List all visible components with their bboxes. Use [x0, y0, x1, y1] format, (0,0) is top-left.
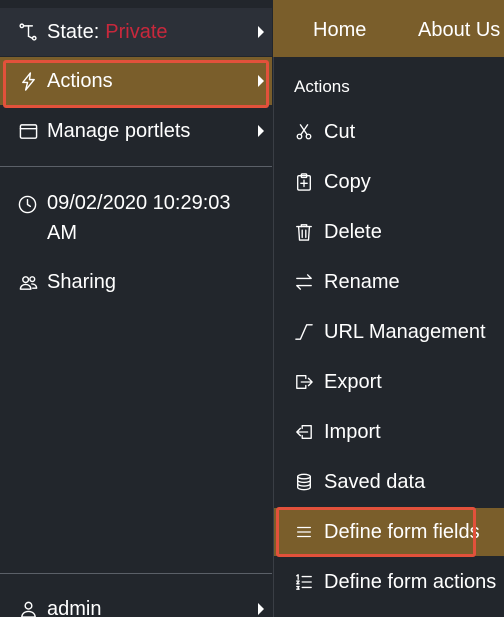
- caret-right-icon: [258, 125, 264, 137]
- menu-item-label: URL Management: [324, 320, 486, 343]
- menu-item-label: Saved data: [324, 470, 426, 493]
- menu-item-label: Define form actions: [324, 570, 497, 593]
- copy-menu-item[interactable]: Copy: [274, 158, 504, 206]
- clipboard-plus-icon: [294, 172, 314, 192]
- modified-date-item: 09/02/2020 10:29:03 AM: [18, 188, 268, 248]
- menu-item-label: Export: [324, 370, 382, 393]
- cut-menu-item[interactable]: Cut: [274, 108, 504, 156]
- menu-item-label: Delete: [324, 220, 382, 243]
- clock-icon: [18, 193, 38, 214]
- delete-menu-item[interactable]: Delete: [274, 208, 504, 256]
- manage-portlets-label: Manage portlets: [47, 119, 191, 142]
- menu-item-label: Copy: [324, 170, 371, 193]
- menu-item-label: Define form fields: [324, 520, 480, 543]
- toolbar-sidebar: State: Private Actions Manage portlets 0…: [0, 0, 272, 617]
- manage-portlets-menu-item[interactable]: Manage portlets: [0, 107, 272, 155]
- user-label: admin: [47, 597, 102, 617]
- trash-icon: [294, 222, 314, 242]
- scissors-icon: [294, 122, 314, 142]
- people-icon: [18, 272, 38, 292]
- define-form-fields-menu-item[interactable]: Define form fields: [274, 508, 504, 556]
- caret-right-icon: [258, 26, 264, 38]
- state-label: State:: [47, 20, 100, 43]
- actions-label: Actions: [47, 69, 113, 92]
- sidebar-divider: [0, 166, 272, 167]
- saved-data-menu-item[interactable]: Saved data: [274, 458, 504, 506]
- url-management-menu-item[interactable]: URL Management: [274, 308, 504, 356]
- top-navigation: Home About Us: [273, 0, 504, 57]
- nav-home-link[interactable]: Home: [313, 0, 366, 57]
- workflow-icon: [18, 22, 38, 42]
- caret-right-icon: [258, 75, 264, 87]
- sharing-label: Sharing: [47, 270, 116, 293]
- nav-about-link[interactable]: About Us: [418, 0, 500, 57]
- caret-right-icon: [258, 603, 264, 615]
- import-menu-item[interactable]: Import: [274, 408, 504, 456]
- window-icon: [18, 121, 38, 141]
- state-value: Private: [105, 20, 168, 43]
- box-arrow-in-left-icon: [294, 422, 314, 442]
- define-form-actions-menu-item[interactable]: Define form actions: [274, 558, 504, 606]
- box-arrow-right-icon: [294, 372, 314, 392]
- database-icon: [294, 472, 314, 492]
- lightning-icon: [18, 71, 38, 91]
- submenu-heading: Actions: [294, 77, 350, 96]
- arrows-left-right-icon: [294, 272, 314, 292]
- url-management-icon: [294, 322, 314, 342]
- sidebar-divider: [0, 573, 272, 574]
- user-menu-item[interactable]: admin: [0, 585, 272, 617]
- person-icon: [18, 599, 38, 617]
- actions-menu-item[interactable]: Actions: [0, 57, 272, 105]
- actions-submenu: Actions Cut Copy Delete Rename URL Manag…: [273, 57, 504, 617]
- list-ol-icon: [294, 572, 314, 592]
- menu-item-label: Cut: [324, 120, 356, 143]
- rename-menu-item[interactable]: Rename: [274, 258, 504, 306]
- state-menu-item[interactable]: State: Private: [0, 8, 272, 56]
- modified-date-text: 09/02/2020 10:29:03 AM: [47, 192, 231, 244]
- menu-item-label: Rename: [324, 270, 400, 293]
- menu-item-label: Import: [324, 420, 381, 443]
- export-menu-item[interactable]: Export: [274, 358, 504, 406]
- list-icon: [294, 522, 314, 542]
- sharing-menu-item[interactable]: Sharing: [0, 258, 272, 306]
